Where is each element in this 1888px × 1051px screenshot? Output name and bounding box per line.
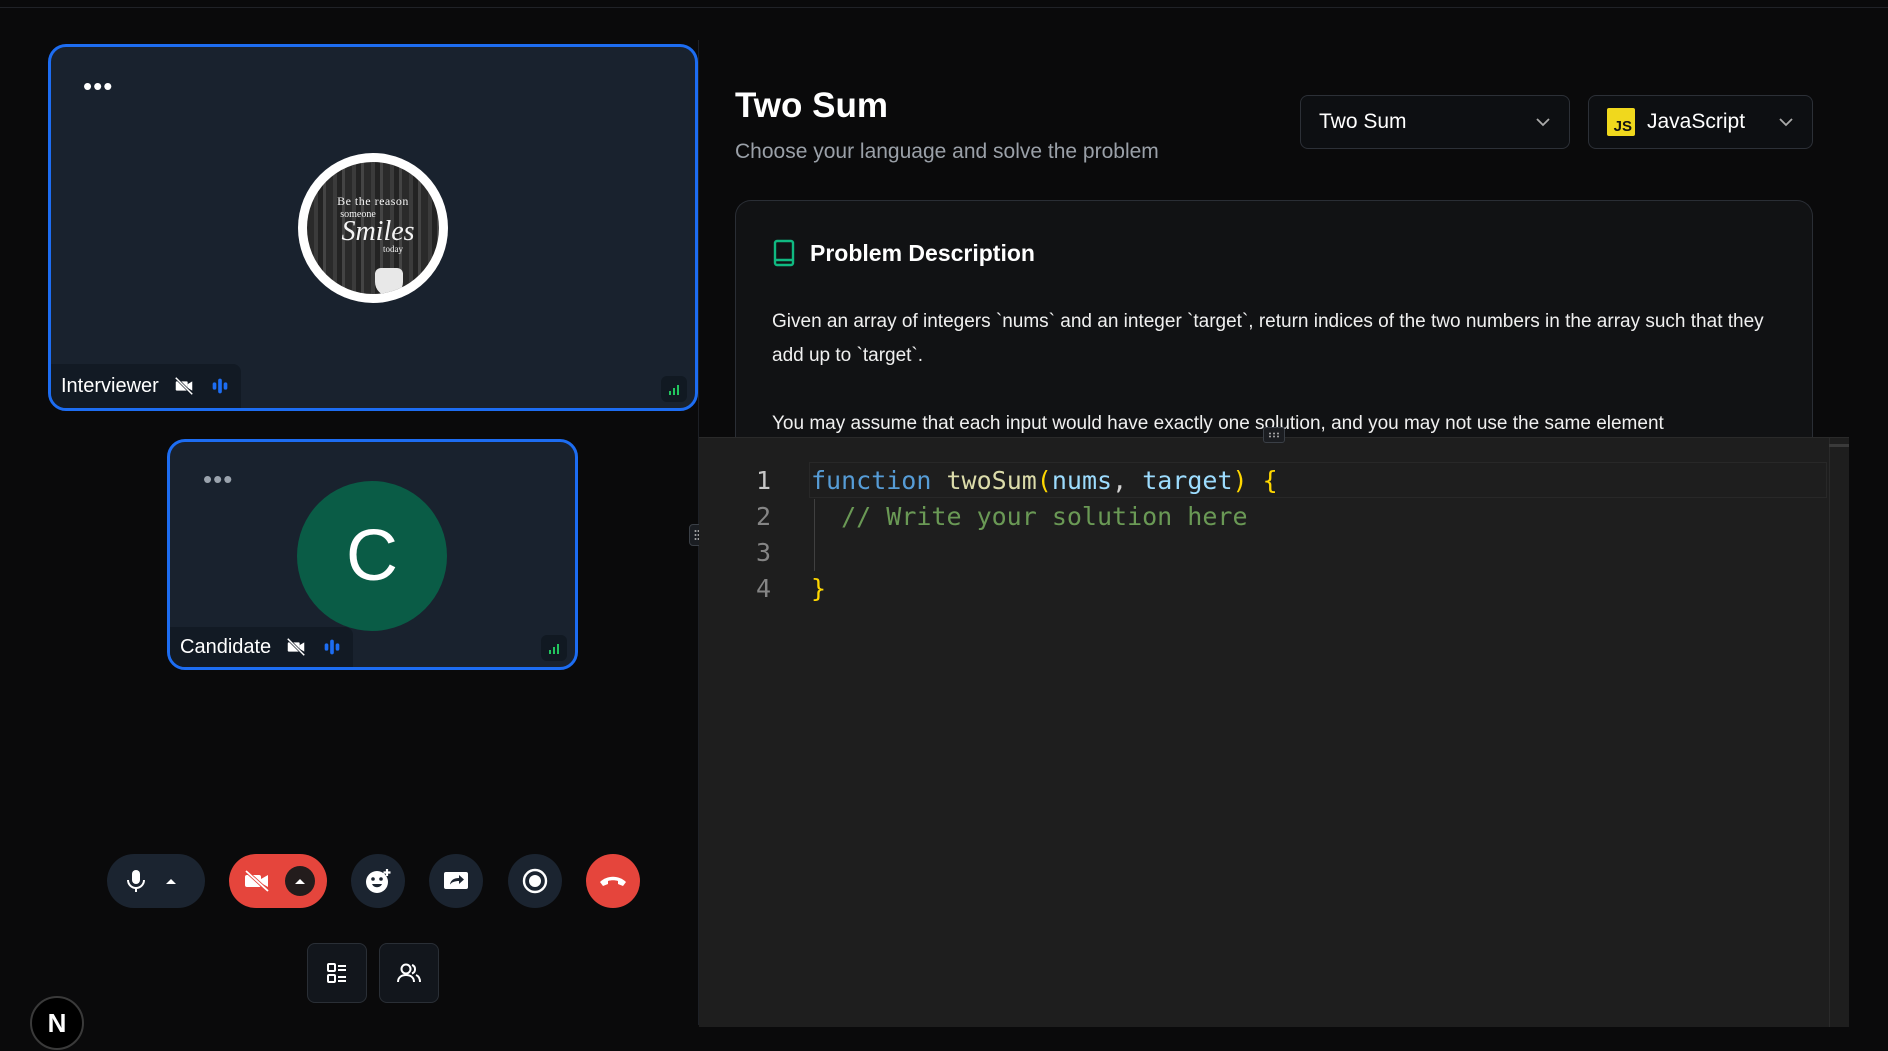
line-number: 2 [755, 501, 771, 531]
top-border [0, 0, 1888, 8]
emoji-icon [366, 869, 391, 893]
indent-guide [814, 499, 815, 571]
code-token: } [811, 573, 827, 603]
problem-description-card: Problem Description Given an array of in… [735, 200, 1813, 440]
code-comment: // Write your solution here [841, 501, 1248, 531]
layout-list-icon [327, 963, 346, 983]
interviewer-name-tag: Interviewer [51, 364, 241, 408]
camera-off-icon [244, 869, 270, 893]
avatar-text: today [383, 244, 403, 254]
description-heading: Problem Description [810, 239, 1035, 266]
reactions-button[interactable] [351, 854, 405, 908]
problem-select-value: Two Sum [1319, 110, 1407, 133]
avatar-text: Smiles [341, 216, 415, 247]
screen-share-button[interactable] [429, 854, 483, 908]
record-icon [522, 868, 548, 894]
tile-menu-icon[interactable]: ••• [203, 466, 233, 492]
code-token: function [811, 465, 932, 495]
leave-call-button[interactable] [586, 854, 640, 908]
interviewer-video-tile[interactable]: ••• Be the reason someone Smiles today I… [48, 44, 698, 411]
code-token: , [1112, 465, 1143, 495]
connection-signal-icon [541, 635, 567, 661]
record-button[interactable] [508, 854, 562, 908]
audio-level-icon [324, 639, 340, 655]
code-token: twoSum [946, 465, 1037, 495]
language-select-value: JavaScript [1647, 110, 1746, 133]
screen-share-icon [444, 872, 468, 889]
line-number: 4 [755, 573, 771, 603]
audio-level-icon [212, 378, 228, 394]
camera-toggle-button[interactable] [229, 854, 327, 908]
candidate-name-tag: Candidate [170, 627, 354, 667]
tile-menu-icon[interactable]: ••• [83, 73, 113, 99]
drag-handle-icon [1269, 432, 1279, 438]
code-token: ) [1232, 465, 1248, 495]
people-icon [397, 963, 421, 983]
description-heading-row: Problem Description [772, 239, 1035, 267]
app-logo[interactable]: N [30, 996, 84, 1050]
description-paragraph: Given an array of integers `nums` and an… [772, 311, 1764, 366]
code-line[interactable]: 1 function twoSum(nums, target) { [699, 462, 1278, 498]
code-line[interactable]: 3 [699, 534, 811, 570]
code-editor[interactable]: 1 function twoSum(nums, target) { 2 // W… [699, 437, 1849, 1027]
language-select[interactable]: JS JavaScript [1588, 95, 1813, 149]
chevron-down-icon [1779, 118, 1793, 127]
interviewer-avatar: Be the reason someone Smiles today [298, 153, 448, 303]
participant-name: Interviewer [61, 374, 159, 397]
candidate-avatar: C [297, 481, 447, 631]
mic-icon [127, 870, 145, 892]
avatar-text: Be the reason [337, 194, 409, 208]
line-number: 3 [755, 537, 771, 567]
code-line[interactable]: 2 // Write your solution here [699, 498, 1248, 534]
chevron-down-icon [1536, 118, 1550, 127]
page-subtitle: Choose your language and solve the probl… [735, 140, 1159, 163]
code-token: { [1262, 465, 1278, 495]
candidate-video-tile[interactable]: ••• C Candidate [167, 439, 578, 670]
camera-off-icon [286, 637, 306, 657]
avatar-decoration [375, 268, 403, 294]
page-title: Two Sum [735, 86, 888, 125]
hang-up-icon [600, 876, 626, 886]
layout-button[interactable] [307, 943, 367, 1003]
camera-off-icon [174, 376, 194, 396]
camera-options-button[interactable] [285, 866, 315, 896]
participants-button[interactable] [379, 943, 439, 1003]
description-body: Given an array of integers `nums` and an… [772, 305, 1782, 440]
line-number: 1 [755, 465, 771, 495]
connection-signal-icon [661, 376, 687, 402]
editor-resize-handle[interactable] [1263, 427, 1285, 443]
chevron-up-icon [295, 879, 305, 884]
problem-select[interactable]: Two Sum [1300, 95, 1570, 149]
code-line[interactable]: 4 } [699, 570, 826, 606]
editor-scrollbar[interactable] [1829, 438, 1849, 1027]
chevron-up-icon[interactable] [165, 877, 177, 885]
code-token: nums [1051, 465, 1113, 495]
book-icon [773, 239, 795, 267]
javascript-icon: JS [1607, 108, 1635, 136]
code-token: target [1142, 465, 1233, 495]
code-token: ( [1036, 465, 1052, 495]
mic-toggle-button[interactable] [107, 854, 205, 908]
participant-name: Candidate [180, 635, 272, 658]
